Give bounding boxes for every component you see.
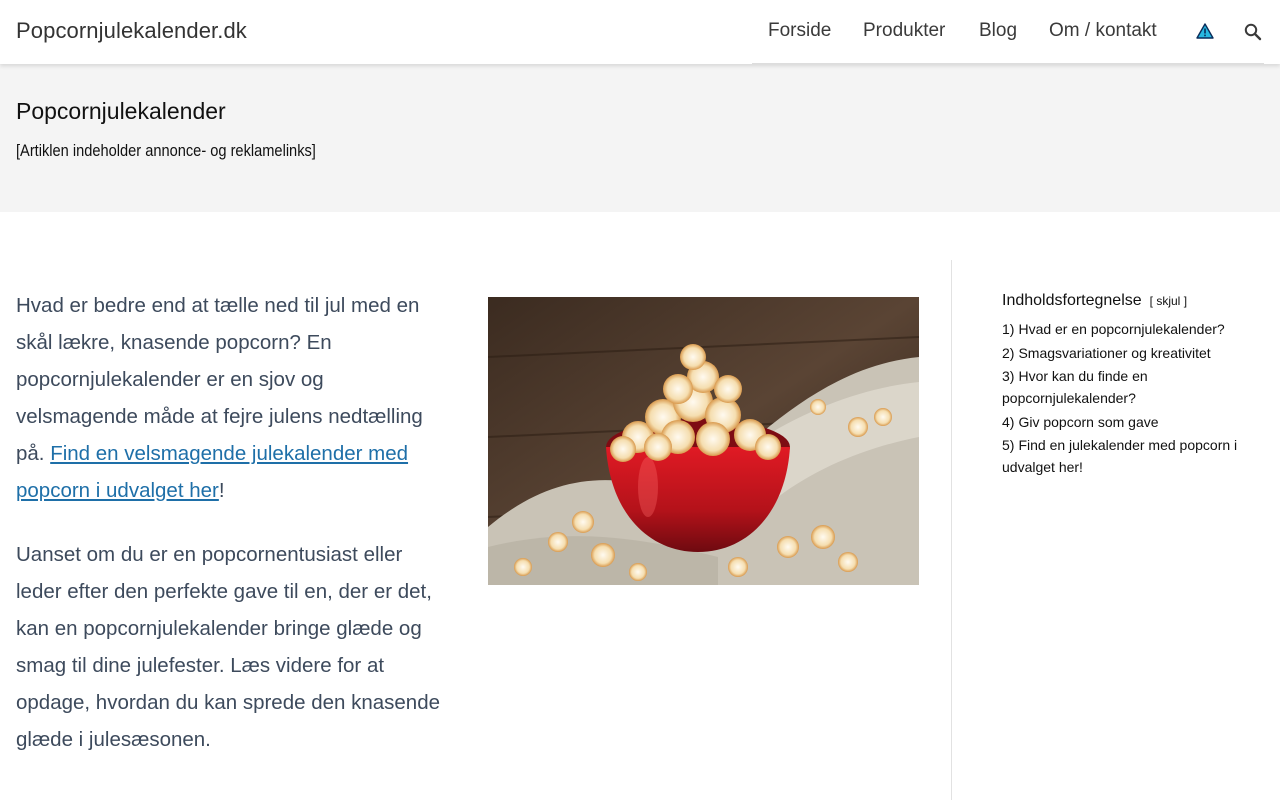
warning-icon[interactable]	[1196, 23, 1214, 39]
page-title: Popcornjulekalender	[16, 98, 226, 124]
nav-item-produkter[interactable]: Produkter	[863, 20, 945, 42]
toc-item-label[interactable]: Find en julekalender med popcorn i udval…	[1002, 437, 1237, 475]
nav-item-forside[interactable]: Forside	[768, 20, 831, 42]
toc-item[interactable]: 3) Hvor kan du finde en popcornjulekalend…	[1002, 365, 1262, 409]
toc-hide-link[interactable]: skjul	[1156, 294, 1180, 308]
nav-item-blog[interactable]: Blog	[979, 20, 1017, 42]
toc-item[interactable]: 4) Giv popcorn som gave	[1002, 411, 1262, 433]
toc-item-number: 2)	[1002, 344, 1015, 361]
toc-item[interactable]: 2) Smagsvariationer og kreativitet	[1002, 342, 1262, 364]
search-icon[interactable]	[1243, 22, 1263, 42]
article-intro: Hvad er bedre end at tælle ned til jul m…	[16, 287, 446, 785]
intro-text: Hvad er bedre end at tælle ned til jul m…	[16, 294, 423, 465]
sidebar-divider	[951, 260, 952, 800]
toc-toggle-close: ]	[1183, 294, 1188, 308]
toc-item-number: 5)	[1002, 437, 1015, 453]
toc-header: Indholdsfortegnelse [ skjul ]	[1002, 292, 1262, 310]
toc-toggle-open: [	[1149, 294, 1153, 308]
ad-disclaimer: [Artiklen indeholder annonce- og reklame…	[16, 141, 316, 160]
intro-paragraph: Hvad er bedre end at tælle ned til jul m…	[16, 287, 446, 509]
second-paragraph: Uanset om du er en popcornentusiast elle…	[16, 543, 441, 751]
toc-toggle[interactable]: [ skjul ]	[1150, 294, 1187, 308]
main-nav: Forside Produkter Blog Om / kontakt	[752, 0, 1264, 64]
table-of-contents: Indholdsfortegnelse [ skjul ] 1) Hvad er …	[1002, 292, 1262, 480]
toc-item-label[interactable]: Hvor kan du finde en popcornjulekalender…	[1002, 368, 1148, 406]
site-header: Popcornjulekalender.dk Forside Produkter…	[0, 0, 1280, 64]
nav-item-om-kontakt[interactable]: Om / kontakt	[1049, 20, 1157, 42]
toc-item-number: 1)	[1002, 321, 1015, 337]
toc-item-label[interactable]: Smagsvariationer og kreativitet	[1018, 345, 1210, 361]
toc-item-label[interactable]: Giv popcorn som gave	[1018, 414, 1158, 430]
popcorn-bowl-image	[488, 297, 919, 585]
toc-item[interactable]: 5) Find en julekalender med popcorn i udv…	[1002, 434, 1262, 478]
calendar-link[interactable]: Find en velsmagende julekalender med pop…	[16, 442, 408, 502]
toc-item[interactable]: 1) Hvad er en popcornjulekalender?	[1002, 318, 1262, 340]
toc-item-number: 4)	[1002, 413, 1015, 430]
site-title-link[interactable]: Popcornjulekalender.dk	[16, 18, 247, 44]
toc-list: 1) Hvad er en popcornjulekalender? 2) Smag…	[1002, 318, 1262, 478]
page-title-band: Popcornjulekalender [Artiklen indeholder…	[0, 64, 1280, 212]
toc-title: Indholdsfortegnelse	[1002, 292, 1142, 309]
toc-item-number: 3)	[1002, 368, 1015, 384]
intro-text-end: !	[218, 479, 225, 502]
toc-item-label[interactable]: Hvad er en popcornjulekalender?	[1018, 321, 1224, 337]
